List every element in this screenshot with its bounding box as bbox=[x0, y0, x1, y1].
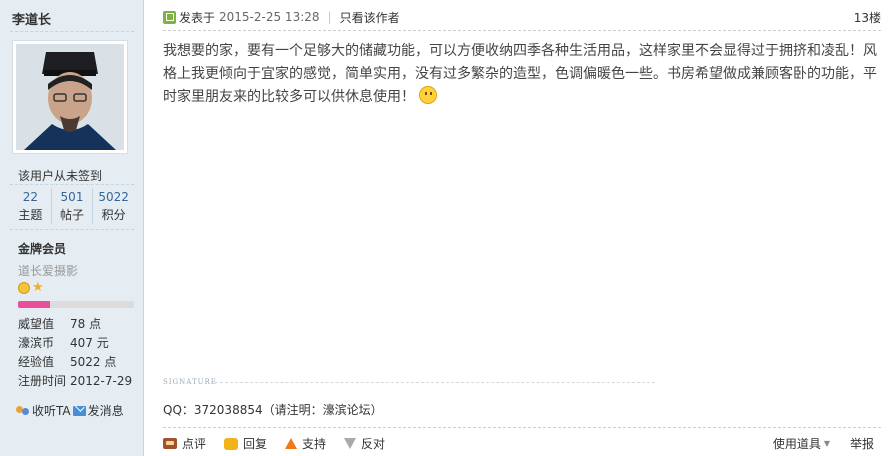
stat-label: 积分 bbox=[101, 208, 126, 222]
thumb-down-icon bbox=[344, 438, 357, 449]
author-sidebar: 李道长 该用户从未签到 22 主题 501 帖子 5022 积分 金牌会员 道长… bbox=[0, 0, 144, 456]
author-name[interactable]: 李道长 bbox=[12, 9, 51, 28]
stat-label: 主题 bbox=[18, 208, 43, 222]
smiley-icon bbox=[18, 282, 30, 294]
posted-label: 发表于 bbox=[179, 10, 216, 25]
reply-icon bbox=[224, 437, 239, 450]
people-icon bbox=[16, 405, 30, 417]
info-label: 威望值 bbox=[18, 317, 55, 331]
reply-button[interactable]: 回复 bbox=[224, 435, 267, 452]
checkin-status: 该用户从未签到 bbox=[18, 169, 103, 183]
post-actions: 点评 回复 支持 反对 bbox=[163, 435, 385, 452]
only-author-link[interactable]: 只看该作者 bbox=[340, 9, 400, 26]
divider bbox=[10, 229, 134, 230]
support-label: 支持 bbox=[302, 437, 327, 451]
smile-emoji-icon bbox=[419, 86, 437, 104]
mail-icon bbox=[72, 405, 86, 416]
level-badges: ★ bbox=[18, 280, 44, 295]
follow-button[interactable]: 收听TA bbox=[16, 402, 71, 419]
oppose-button[interactable]: 反对 bbox=[344, 435, 385, 452]
divider bbox=[163, 427, 881, 428]
divider bbox=[10, 184, 134, 185]
info-value: 407 元 bbox=[70, 336, 109, 350]
use-tools-label: 使用道具 bbox=[772, 437, 821, 451]
info-row: 濠滨币 407 元 bbox=[18, 334, 138, 353]
avatar-image bbox=[16, 44, 124, 150]
reply-label: 回复 bbox=[243, 437, 268, 451]
custom-title: 道长爱摄影 bbox=[18, 264, 79, 278]
signature-tag: SIGNATURE bbox=[163, 378, 217, 386]
divider bbox=[163, 30, 881, 31]
divider bbox=[10, 31, 134, 32]
rate-label: 点评 bbox=[182, 437, 207, 451]
star-icon: ★ bbox=[32, 280, 44, 295]
send-message-button[interactable]: 发消息 bbox=[72, 402, 124, 419]
info-label: 濠滨币 bbox=[18, 336, 55, 350]
online-status-icon bbox=[163, 10, 176, 24]
report-link[interactable]: 举报 bbox=[850, 435, 874, 452]
post-text: 我想要的家，要有一个足够大的储藏功能，可以方便收纳四季各种生活用品，这样家里不会… bbox=[163, 43, 877, 105]
stat-threads[interactable]: 22 主题 bbox=[10, 188, 51, 224]
author-info: 威望值 78 点 濠滨币 407 元 经验值 5022 点 注册时间 2012-… bbox=[18, 315, 138, 391]
level-progress-fill bbox=[18, 301, 51, 308]
post-datetime: 2015-2-25 13:28 bbox=[219, 10, 320, 24]
stat-value: 22 bbox=[22, 190, 38, 204]
author-actions: 收听TA 发消息 bbox=[16, 402, 124, 419]
signature: QQ：372038854（请注明：濠滨论坛） bbox=[163, 403, 383, 417]
send-message-label: 发消息 bbox=[87, 404, 124, 418]
post-content: 我想要的家，要有一个足够大的储藏功能，可以方便收纳四季各种生活用品，这样家里不会… bbox=[163, 40, 878, 109]
comment-icon bbox=[163, 438, 177, 449]
info-value: 2012-7-29 bbox=[70, 374, 133, 388]
author-stats: 22 主题 501 帖子 5022 积分 bbox=[10, 188, 134, 224]
oppose-label: 反对 bbox=[361, 437, 386, 451]
info-row: 威望值 78 点 bbox=[18, 315, 138, 334]
user-rank[interactable]: 金牌会员 bbox=[18, 240, 66, 257]
support-button[interactable]: 支持 bbox=[285, 435, 326, 452]
use-tools-menu[interactable]: 使用道具 ▼ bbox=[773, 435, 830, 452]
stat-credits[interactable]: 5022 积分 bbox=[92, 188, 134, 224]
stat-posts[interactable]: 501 帖子 bbox=[50, 188, 93, 224]
info-label: 注册时间 bbox=[18, 374, 67, 388]
info-value: 78 点 bbox=[70, 317, 102, 331]
level-progress-bar bbox=[18, 301, 134, 308]
chevron-down-icon: ▼ bbox=[823, 439, 830, 448]
post-header: 发表于 2015-2-25 13:28 | 只看该作者 13楼 bbox=[163, 9, 881, 25]
info-value: 5022 点 bbox=[70, 355, 117, 369]
avatar[interactable] bbox=[12, 40, 128, 154]
rate-button[interactable]: 点评 bbox=[163, 435, 206, 452]
stat-label: 帖子 bbox=[60, 208, 85, 222]
separator: | bbox=[327, 10, 332, 24]
info-row: 经验值 5022 点 bbox=[18, 353, 138, 372]
floor-number[interactable]: 13楼 bbox=[854, 9, 881, 26]
signature-divider bbox=[215, 382, 655, 383]
stat-value: 501 bbox=[60, 190, 84, 204]
follow-label: 收听TA bbox=[32, 404, 71, 418]
info-label: 经验值 bbox=[18, 355, 55, 369]
post-tools: 使用道具 ▼ 举报 bbox=[773, 435, 874, 452]
avatar-portrait bbox=[16, 44, 124, 150]
stat-value: 5022 bbox=[98, 190, 129, 204]
info-row: 注册时间 2012-7-29 bbox=[18, 372, 138, 391]
thumb-up-icon bbox=[285, 438, 298, 449]
